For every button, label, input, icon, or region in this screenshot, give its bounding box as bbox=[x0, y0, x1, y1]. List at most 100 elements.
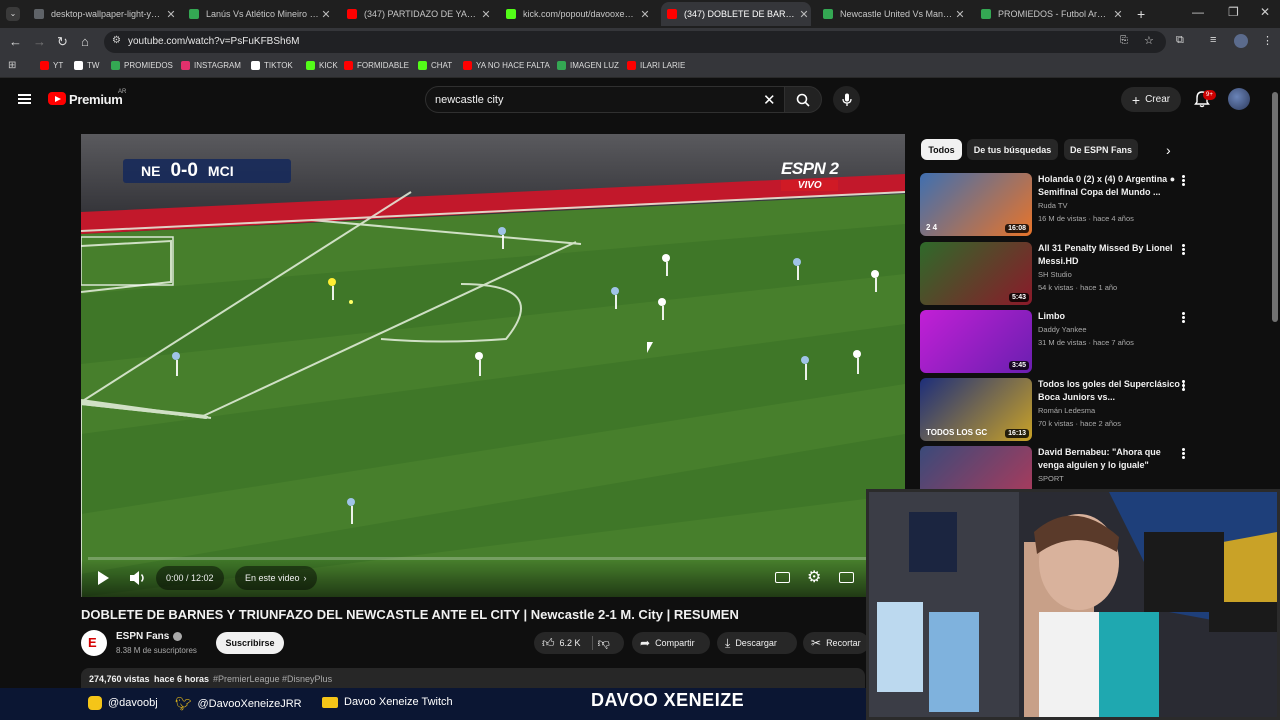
clear-search-icon[interactable]: ✕ bbox=[763, 91, 776, 109]
volume-button[interactable] bbox=[129, 570, 147, 591]
menu-icon[interactable] bbox=[18, 94, 31, 104]
more-options-icon[interactable] bbox=[1182, 380, 1185, 391]
browser-tab[interactable]: (347) PARTIDAZO DE YAMAL Y✕ bbox=[341, 2, 493, 26]
search-button[interactable] bbox=[784, 86, 822, 113]
progress-bar[interactable] bbox=[88, 557, 898, 560]
browser-tab[interactable]: (347) DOBLETE DE BARNES Y TR✕ bbox=[661, 2, 811, 26]
hashtags[interactable]: #PremierLeague #DisneyPlus bbox=[213, 674, 332, 684]
browser-menu-icon[interactable]: ⋮ bbox=[1262, 34, 1273, 47]
share-button[interactable]: ➦ Compartir bbox=[632, 632, 710, 654]
browser-tab[interactable]: kick.com/popout/davooxeneize ✕ bbox=[500, 2, 652, 26]
like-button[interactable]: 👍︎ 6.2 K bbox=[542, 636, 581, 651]
restore-button[interactable]: ❐ bbox=[1228, 5, 1239, 19]
download-button[interactable]: ⤓ Descargar bbox=[717, 632, 797, 654]
video-thumbnail[interactable]: 5:43 bbox=[920, 242, 1032, 305]
recommended-video[interactable]: TODOS LOS GC 16:13 Todos los goles del Sup… bbox=[920, 378, 1260, 442]
clip-button[interactable]: ✂ Recortar bbox=[803, 632, 869, 654]
bookmark-item[interactable]: YA NO HACE FALTA bbox=[463, 61, 550, 70]
address-bar[interactable]: ⚙ youtube.com/watch?v=PsFuKFBSh6M ⎘ ☆ bbox=[104, 31, 1166, 53]
profile-icon[interactable] bbox=[1234, 34, 1248, 48]
media-controls-icon[interactable]: ≡ bbox=[1210, 34, 1216, 46]
search-input[interactable]: newcastle city ✕ bbox=[425, 86, 785, 113]
home-icon[interactable]: ⌂ bbox=[81, 34, 89, 49]
install-app-icon[interactable]: ⎘ bbox=[1120, 35, 1128, 46]
more-options-icon[interactable] bbox=[1182, 312, 1185, 323]
bookmark-item[interactable]: TW bbox=[74, 61, 99, 70]
video-thumbnail[interactable]: TODOS LOS GC 16:13 bbox=[920, 378, 1032, 441]
recommended-channel[interactable]: SH Studio bbox=[1038, 270, 1072, 279]
tab-close-icon[interactable]: ✕ bbox=[797, 8, 811, 21]
channel-avatar[interactable] bbox=[81, 630, 107, 656]
recommended-title[interactable]: Todos los goles del Superclásico | Boca … bbox=[1038, 378, 1186, 404]
apps-grid-icon[interactable]: ⊞ bbox=[8, 60, 16, 71]
more-options-icon[interactable] bbox=[1182, 175, 1185, 186]
recommended-channel[interactable]: Román Ledesma bbox=[1038, 406, 1095, 415]
recommended-video[interactable]: 3:45 Limbo Daddy Yankee 31 M de vistas · ha… bbox=[920, 310, 1260, 374]
browser-tab[interactable]: desktop-wallpaper-light-yellow ✕ bbox=[28, 2, 178, 26]
tab-close-icon[interactable]: ✕ bbox=[953, 8, 967, 21]
chips-next-icon[interactable]: › bbox=[1166, 142, 1171, 158]
bookmark-item[interactable]: INSTAGRAM bbox=[181, 61, 241, 70]
browser-tab[interactable]: Newcastle United Vs Manchester✕ bbox=[817, 2, 967, 26]
recommended-video[interactable]: 2 4 16:08 Holanda 0 (2) x (4) 0 Argentina … bbox=[920, 173, 1260, 237]
tab-search-button[interactable]: ⌄ bbox=[6, 7, 20, 21]
description-box[interactable]: 274,760 vistas hace 6 horas #PremierLeag… bbox=[81, 668, 865, 690]
tab-close-icon[interactable]: ✕ bbox=[164, 8, 178, 21]
bookmark-item[interactable]: KICK bbox=[306, 61, 338, 70]
site-info-icon[interactable]: ⚙ bbox=[112, 35, 121, 46]
page-scrollbar[interactable] bbox=[1272, 92, 1278, 322]
back-button[interactable]: ← bbox=[9, 34, 22, 49]
extensions-icon[interactable]: ⧉ bbox=[1176, 34, 1184, 47]
thumbs-down-icon: 👎︎ bbox=[597, 635, 610, 650]
tab-close-icon[interactable]: ✕ bbox=[1111, 8, 1125, 21]
bookmark-item[interactable]: IMAGEN LUZ bbox=[557, 61, 619, 70]
more-options-icon[interactable] bbox=[1182, 244, 1185, 255]
browser-tab[interactable]: PROMIEDOS - Futbol Argentino✕ bbox=[975, 2, 1125, 26]
recommended-title[interactable]: Limbo bbox=[1038, 310, 1186, 323]
video-thumbnail[interactable]: 2 4 16:08 bbox=[920, 173, 1032, 236]
recommended-video[interactable]: 5:43 All 31 Penalty Missed By Lionel Mess… bbox=[920, 242, 1260, 306]
bookmark-item[interactable]: CHAT bbox=[418, 61, 452, 70]
recommended-channel[interactable]: SPORT bbox=[1038, 474, 1064, 483]
voice-search-button[interactable] bbox=[833, 86, 860, 113]
video-thumbnail[interactable]: 3:45 bbox=[920, 310, 1032, 373]
chapters-button[interactable]: En este video › bbox=[235, 566, 317, 590]
recommended-title[interactable]: David Bernabeu: "Ahora que venga alguien… bbox=[1038, 446, 1186, 472]
bookmark-star-icon[interactable]: ☆ bbox=[1144, 34, 1154, 47]
youtube-logo-icon[interactable] bbox=[48, 92, 66, 105]
new-tab-button[interactable]: + bbox=[1137, 6, 1145, 22]
video-player[interactable]: NE 0-0 MCI ESPN 2 VIVO bbox=[81, 134, 905, 597]
minimize-button[interactable]: — bbox=[1192, 5, 1204, 19]
bookmark-item[interactable]: ILARI LARIE bbox=[627, 61, 685, 70]
forward-button[interactable]: → bbox=[33, 34, 46, 49]
close-window-button[interactable]: ✕ bbox=[1260, 5, 1270, 19]
bookmark-item[interactable]: FORMIDABLE bbox=[344, 61, 409, 70]
bookmark-item[interactable]: PROMIEDOS bbox=[111, 61, 173, 70]
account-avatar[interactable] bbox=[1228, 88, 1250, 110]
reload-button[interactable]: ↻ bbox=[57, 34, 68, 50]
recommended-title[interactable]: All 31 Penalty Missed By Lionel Messi.HD bbox=[1038, 242, 1186, 268]
tab-close-icon[interactable]: ✕ bbox=[638, 8, 652, 21]
subscribe-button[interactable]: Suscribirse bbox=[216, 632, 284, 654]
channel-name[interactable]: ESPN Fans bbox=[116, 631, 183, 642]
more-options-icon[interactable] bbox=[1182, 448, 1185, 459]
filter-chip[interactable]: De tus búsquedas bbox=[967, 139, 1058, 160]
recommended-channel[interactable]: Ruda TV bbox=[1038, 201, 1067, 210]
bookmark-item[interactable]: TIKTOK bbox=[251, 61, 293, 70]
tab-close-icon[interactable]: ✕ bbox=[479, 8, 493, 21]
recommended-title[interactable]: Holanda 0 (2) x (4) 0 Argentina ● Semifi… bbox=[1038, 173, 1186, 199]
recommended-channel[interactable]: Daddy Yankee bbox=[1038, 325, 1087, 334]
miniplayer-button[interactable] bbox=[839, 572, 854, 583]
dislike-button[interactable]: 👎︎ bbox=[598, 636, 610, 651]
subtitles-button[interactable] bbox=[775, 572, 790, 583]
create-button[interactable]: + Crear bbox=[1121, 87, 1181, 112]
brand-label[interactable]: Premium bbox=[69, 92, 123, 107]
tab-close-icon[interactable]: ✕ bbox=[319, 8, 333, 21]
settings-gear-icon[interactable]: ⚙ bbox=[807, 567, 821, 587]
bookmark-item[interactable]: YT bbox=[40, 61, 63, 70]
filter-chip[interactable]: De ESPN Fans bbox=[1064, 139, 1138, 160]
browser-tab[interactable]: Lanús Vs Atlético Mineiro - Alin ✕ bbox=[183, 2, 333, 26]
filter-chip[interactable]: Todos bbox=[921, 139, 962, 160]
recommended-video[interactable]: SPORT David Bernabeu: "Ahora que venga al… bbox=[920, 446, 1260, 509]
play-button[interactable] bbox=[96, 570, 110, 591]
